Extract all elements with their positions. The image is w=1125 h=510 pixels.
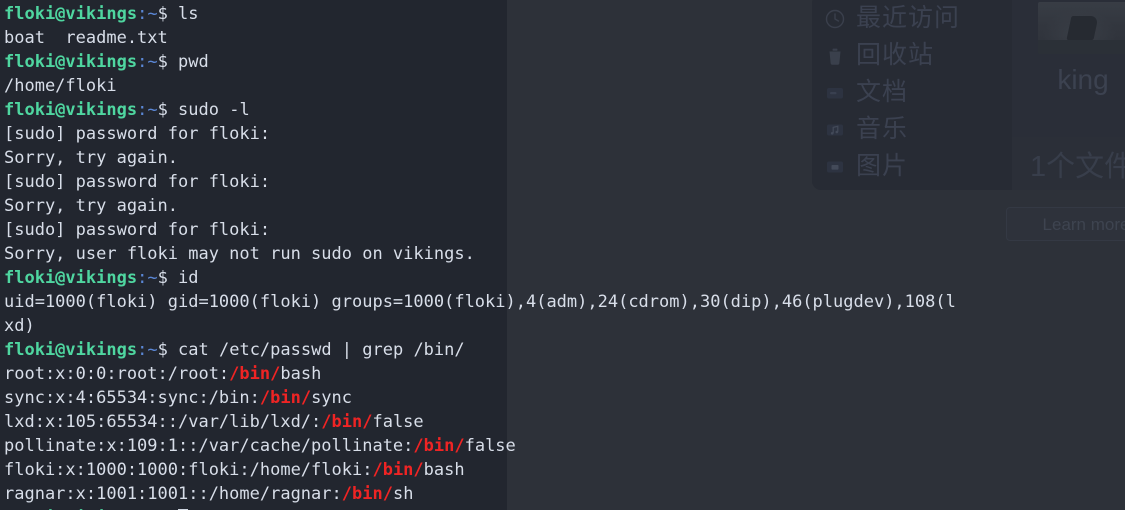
terminal-line-output: pollinate:x:109:1::/var/cache/pollinate:… [4,436,516,456]
prompt-colon: : [137,52,148,72]
terminal-line-command: floki@vikings:~$ sudo -l [4,98,1125,122]
prompt-path: ~ [147,4,158,24]
grep-match: /bin/ [259,388,312,408]
prompt-path: ~ [147,100,158,120]
screen: 最近访问 回收站 文档 音乐 图片 king 1个文件 Learn more f… [0,0,1125,510]
prompt-sigil: $ [157,268,179,288]
grep-match: /bin/ [341,484,393,504]
grep-match: /bin/ [321,412,373,432]
terminal-command: id [178,268,199,288]
terminal-line-output: lxd:x:105:65534::/var/lib/lxd/:/bin/fals… [4,412,424,432]
terminal-line-output: [sudo] password for floki: [4,124,271,144]
terminal-line-output: xd) [4,316,35,336]
terminal-line-command: floki@vikings:~$ ls [4,2,1125,26]
terminal-line-prompt-active[interactable]: floki@vikings:~$ [4,506,1125,510]
prompt-sigil: $ [157,100,179,120]
terminal-command: pwd [178,52,209,72]
prompt-path: ~ [147,268,158,288]
prompt-sigil: $ [157,340,179,360]
prompt-colon: : [137,4,148,24]
terminal-line-command: floki@vikings:~$ id [4,266,1125,290]
terminal-line-command: floki@vikings:~$ pwd [4,50,1125,74]
terminal-line-output: ragnar:x:1001:1001::/home/ragnar:/bin/sh [4,484,414,504]
terminal-line-output: [sudo] password for floki: [4,172,271,192]
prompt-sigil: $ [157,4,179,24]
terminal-line-output: root:x:0:0:root:/root:/bin/bash [4,364,322,384]
prompt-path: ~ [147,52,158,72]
terminal-line-output: sync:x:4:65534:sync:/bin:/bin/sync [4,388,353,408]
grep-match: /bin/ [229,364,281,384]
prompt-colon: : [137,100,148,120]
terminal-line-output: boat readme.txt [4,28,168,48]
terminal-command: ls [178,4,199,24]
terminal-line-output: Sorry, try again. [4,148,178,168]
prompt-colon: : [137,268,148,288]
terminal-line-command: floki@vikings:~$ cat /etc/passwd | grep … [4,338,1125,362]
prompt-userhost: floki@vikings [4,340,138,360]
terminal-line-output: floki:x:1000:1000:floki:/home/floki:/bin… [4,460,465,480]
terminal-line-output: Sorry, try again. [4,196,178,216]
prompt-userhost: floki@vikings [4,52,138,72]
terminal-line-output: /home/floki [4,76,117,96]
grep-match: /bin/ [372,460,424,480]
prompt-sigil: $ [157,52,179,72]
prompt-userhost: floki@vikings [4,268,138,288]
terminal-line-output: [sudo] password for floki: [4,220,271,240]
terminal-output[interactable]: floki@vikings:~$ ls boat readme.txt floki@… [0,0,1125,510]
grep-match: /bin/ [413,436,465,456]
terminal-command: sudo -l [178,100,250,120]
prompt-userhost: floki@vikings [4,100,138,120]
terminal-line-output: Sorry, user floki may not run sudo on vi… [4,244,475,264]
prompt-colon: : [137,340,148,360]
prompt-userhost: floki@vikings [4,4,138,24]
terminal-line-output: uid=1000(floki) gid=1000(floki) groups=1… [4,292,956,312]
terminal-command: cat /etc/passwd | grep /bin/ [178,340,465,360]
prompt-path: ~ [147,340,158,360]
